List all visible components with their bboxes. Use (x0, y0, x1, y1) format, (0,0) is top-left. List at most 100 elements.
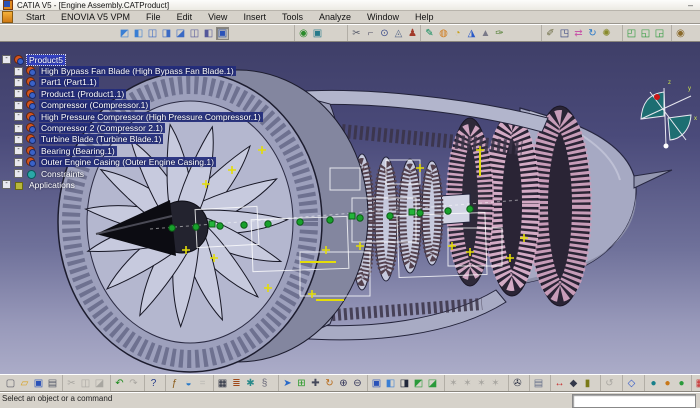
tree-item[interactable]: - Product1 (Product1.1) (14, 88, 263, 99)
tree-item[interactable]: - Constraints (14, 168, 263, 179)
tree-expander-icon[interactable]: - (14, 158, 23, 167)
undo-icon[interactable]: ↶ (113, 377, 126, 390)
quick-print-icon[interactable]: ▤ (532, 377, 545, 390)
manikin-icon[interactable]: ♟ (406, 27, 419, 40)
clock-icon[interactable]: ◔ (451, 27, 464, 40)
tree-item-label[interactable]: Outer Engine Casing (Outer Engine Casing… (39, 157, 216, 167)
annotation-pen-icon[interactable]: ✐ (544, 27, 557, 40)
tree-item-label[interactable]: Part1 (Part1.1) (39, 77, 99, 87)
comment-bubble-icon[interactable]: ◒ (182, 377, 195, 390)
pen-icon[interactable]: ✑ (493, 27, 506, 40)
tree-item[interactable]: - Outer Engine Casing (Outer Engine Casin… (14, 157, 263, 168)
view-cube-solid-icon[interactable]: ◧ (132, 27, 145, 40)
tree-expander-icon[interactable]: - (2, 55, 11, 64)
view-cube-wire-icon[interactable]: ◫ (188, 27, 201, 40)
menu-file[interactable]: File (138, 11, 169, 23)
tree-expander-icon[interactable]: - (2, 180, 11, 189)
gear-star-icon[interactable]: ✺ (600, 27, 613, 40)
help-icon[interactable]: ? (147, 377, 160, 390)
tree-item[interactable]: -Turbine Blade (Turbine Blade.1) (14, 134, 263, 145)
formula-fx-icon[interactable]: ƒ (168, 377, 181, 390)
tree-item[interactable]: -Compressor (Compressor.1) (14, 100, 263, 111)
tree-expander-icon[interactable]: - (14, 169, 23, 178)
view-cube-overlay-icon[interactable]: ◫ (146, 27, 159, 40)
minimize-button[interactable]: – (684, 0, 697, 10)
grid-tool-icon[interactable]: ▦ (694, 377, 700, 390)
menu-window[interactable]: Window (359, 11, 407, 23)
tree-item[interactable]: - High Pressure Compressor (High Pressure… (14, 111, 263, 122)
tree-expander-icon[interactable]: - (14, 101, 23, 110)
screen-icon[interactable]: ▦ (216, 377, 229, 390)
snap-icon[interactable]: ⌐ (364, 27, 377, 40)
camera-icon[interactable]: ✇ (511, 377, 524, 390)
extra-tool-icon[interactable]: ◉ (674, 27, 687, 40)
menu-tools[interactable]: Tools (274, 11, 311, 23)
tree-item[interactable]: - Product5 (2, 54, 263, 65)
tree-expander-icon[interactable]: - (14, 146, 23, 155)
tree-expander-icon[interactable]: - (14, 112, 23, 121)
tree-item-label[interactable]: Applications (27, 180, 77, 190)
measure-item-icon[interactable]: ◆ (567, 377, 580, 390)
fit-all-in-icon[interactable]: ⊞ (295, 377, 308, 390)
tree-item[interactable]: -High Bypass Fan Blade (High Bypass Fan … (14, 65, 263, 76)
tree-item-label[interactable]: Product5 (27, 55, 65, 65)
measure-between-icon[interactable]: ↔ (553, 377, 566, 390)
pencil-icon[interactable]: ✎ (423, 27, 436, 40)
menu-edit[interactable]: Edit (169, 11, 201, 23)
tree-expander-icon[interactable]: - (14, 135, 23, 144)
catalog-browser-icon[interactable]: ▣ (311, 27, 324, 40)
zoom-in-icon[interactable]: ⊕ (337, 377, 350, 390)
view-cube-shaded-icon[interactable]: ◩ (118, 27, 131, 40)
view-cube-ghost-icon[interactable]: ◧ (202, 27, 215, 40)
magnifier-icon[interactable]: ⊙ (378, 27, 391, 40)
normal-view-icon[interactable]: ▣ (370, 377, 383, 390)
power-input-field[interactable] (572, 394, 696, 408)
update-icon[interactable]: ◉ (297, 27, 310, 40)
zoom-out-icon[interactable]: ⊖ (351, 377, 364, 390)
view-compass[interactable]: x y z (641, 80, 697, 149)
tree-item[interactable]: -Compressor 2 (Compressor 2.1) (14, 122, 263, 133)
view-cube-edges-icon[interactable]: ◨ (160, 27, 173, 40)
save-icon[interactable]: ▣ (32, 377, 45, 390)
tree-item[interactable]: - Bearing (Bearing.1) (14, 145, 263, 156)
knowledge-icon[interactable]: ◍ (437, 27, 450, 40)
catalog-insert-1-icon[interactable]: ◰ (625, 27, 638, 40)
menu-enovia-v5-vpm[interactable]: ENOVIA V5 VPM (53, 11, 138, 23)
tree-item-label[interactable]: Compressor 2 (Compressor 2.1) (39, 123, 165, 133)
material-sphere-2-icon[interactable]: ● (661, 377, 674, 390)
section-icon[interactable]: § (258, 377, 271, 390)
pyramid-icon[interactable]: ◬ (392, 27, 405, 40)
tree-item[interactable]: - Applications (2, 179, 263, 190)
window-select-icon[interactable]: ◳ (558, 27, 571, 40)
3d-viewport[interactable]: x y z - Product5-High Bypass Fan Blade (H… (0, 42, 700, 374)
sketch-tracer-icon[interactable]: ✂ (350, 27, 363, 40)
wireframe-cube-icon[interactable]: ◪ (426, 377, 439, 390)
globe-icon[interactable]: ✱ (244, 377, 257, 390)
catalog-insert-3-icon[interactable]: ◲ (653, 27, 666, 40)
tree-expander-icon[interactable]: - (14, 89, 23, 98)
new-document-icon[interactable]: ▢ (4, 377, 17, 390)
structure-tree-icon[interactable]: ≣ (230, 377, 243, 390)
link-icon[interactable]: ⇄ (572, 27, 585, 40)
rotate-icon[interactable]: ↻ (323, 377, 336, 390)
shaded-cube-icon[interactable]: ◨ (398, 377, 411, 390)
measure-inertia-icon[interactable]: ▮ (581, 377, 594, 390)
pan-icon[interactable]: ✚ (309, 377, 322, 390)
material-sphere-3-icon[interactable]: ● (675, 377, 688, 390)
tree-item-label[interactable]: Constraints (39, 169, 86, 179)
view-cube-hidden-icon[interactable]: ◪ (174, 27, 187, 40)
tree-item-label[interactable]: Bearing (Bearing.1) (39, 146, 117, 156)
open-folder-icon[interactable]: ▱ (18, 377, 31, 390)
shaded-edges-cube-icon[interactable]: ◩ (412, 377, 425, 390)
menu-analyze[interactable]: Analyze (311, 11, 359, 23)
menu-view[interactable]: View (200, 11, 235, 23)
iso-view-cube-icon[interactable]: ◧ (384, 377, 397, 390)
tree-item-label[interactable]: High Pressure Compressor (High Pressure … (39, 112, 263, 122)
compass-handle[interactable] (654, 94, 660, 100)
catalog-insert-2-icon[interactable]: ◱ (639, 27, 652, 40)
depth-effect-icon[interactable]: ◇ (625, 377, 638, 390)
prism-icon[interactable]: ◮ (465, 27, 478, 40)
tree-expander-icon[interactable]: - (14, 78, 23, 87)
tree-item-label[interactable]: Product1 (Product1.1) (39, 89, 126, 99)
scale-icon[interactable]: ▲ (479, 27, 492, 40)
